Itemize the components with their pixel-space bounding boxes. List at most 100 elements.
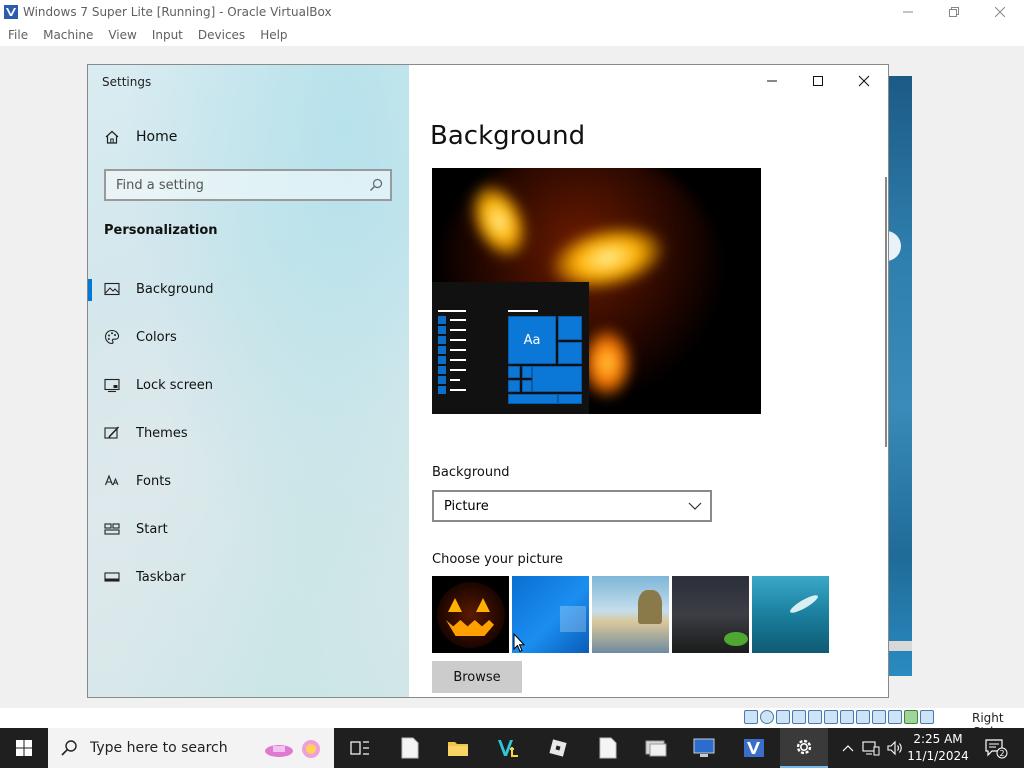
menu-machine[interactable]: Machine (43, 28, 93, 42)
settings-maximize-button[interactable] (795, 65, 841, 97)
host-minimize-button[interactable] (885, 0, 931, 24)
background-preview: Aa (432, 168, 761, 414)
notification-icon: 2 (985, 739, 1008, 759)
vb-storage-icon[interactable] (744, 710, 758, 724)
background-type-dropdown[interactable]: Picture (432, 490, 712, 522)
taskbar-app-roblox[interactable] (534, 728, 582, 768)
find-setting-search[interactable] (104, 169, 392, 201)
choose-picture-label: Choose your picture (432, 552, 563, 567)
clock-date: 11/1/2024 (907, 749, 969, 763)
nav-item-background[interactable]: Background (88, 265, 409, 313)
notification-count: 2 (999, 749, 1004, 758)
lock-screen-icon (104, 378, 120, 393)
nav-item-taskbar[interactable]: Taskbar (88, 553, 409, 601)
nav-item-label: Fonts (136, 473, 172, 489)
virtualbox-menubar: File Machine View Input Devices Help (0, 24, 1024, 46)
taskbar-app-notepad-1[interactable] (386, 728, 434, 768)
nav-item-label: Themes (136, 425, 188, 441)
monitor-icon (693, 738, 715, 757)
menu-file[interactable]: File (8, 28, 28, 42)
vb-mouse-integration-icon[interactable] (904, 710, 918, 724)
thumbnail-beach-rocks[interactable] (592, 576, 669, 653)
windows-logo-icon (16, 740, 32, 756)
nav-item-themes[interactable]: Themes (88, 409, 409, 457)
nav-item-lock-screen[interactable]: Lock screen (88, 361, 409, 409)
menu-input[interactable]: Input (152, 28, 183, 42)
document-icon (401, 737, 419, 759)
palette-icon (104, 329, 120, 345)
vb-keyboard-capture-icon[interactable] (920, 710, 934, 724)
menu-view[interactable]: View (108, 28, 136, 42)
nav-home-label: Home (136, 129, 178, 145)
settings-close-button[interactable] (841, 65, 887, 97)
guest-display[interactable]: Settings Home Personalization (0, 46, 1024, 708)
mouse-cursor-icon (513, 633, 526, 653)
taskbar-app-settings[interactable] (780, 728, 828, 768)
host-restore-button[interactable] (931, 0, 977, 24)
show-hidden-icons-button[interactable] (838, 728, 858, 768)
virtualbox-device-icons (744, 710, 936, 724)
picture-thumbnails (432, 576, 832, 653)
vb-shared-folders-icon[interactable] (840, 710, 854, 724)
background-type-value: Picture (444, 498, 489, 514)
taskbar-app-vm-console[interactable] (680, 728, 728, 768)
virtualbox-statusbar: Right Ctrl (0, 708, 1024, 739)
vb-optical-icon[interactable] (760, 710, 774, 724)
settings-window: Settings Home Personalization (87, 64, 889, 698)
network-tray-button[interactable] (860, 728, 882, 768)
background-window-bar (885, 641, 912, 651)
start-button[interactable] (0, 728, 48, 768)
settings-minimize-button[interactable] (749, 65, 795, 97)
taskbar-app-virtualbox-vm[interactable] (730, 728, 778, 768)
taskbar-search-text: Type here to search (90, 740, 228, 756)
nav-item-fonts[interactable]: Fonts (88, 457, 409, 505)
thumbnail-pumpkin[interactable] (432, 576, 509, 653)
action-center-button[interactable]: 2 (976, 728, 1016, 768)
menu-help[interactable]: Help (260, 28, 287, 42)
taskbar-app-system[interactable] (632, 728, 680, 768)
task-view-icon (350, 741, 369, 755)
vb-recording-icon[interactable] (872, 710, 886, 724)
taskbar-app-notepad-2[interactable] (584, 728, 632, 768)
close-icon (995, 7, 1005, 17)
system-window-icon (645, 740, 667, 757)
thumbnail-underwater[interactable] (752, 576, 829, 653)
menu-devices[interactable]: Devices (198, 28, 245, 42)
fonts-icon (104, 474, 119, 486)
minimize-icon (903, 11, 913, 13)
nav-home[interactable]: Home (104, 129, 177, 145)
vb-cpu-icon[interactable] (888, 710, 902, 724)
settings-content: Background Aa Background Picture Choose … (409, 65, 888, 697)
taskbar-app-file-explorer[interactable] (434, 728, 482, 768)
nav-item-start[interactable]: Start (88, 505, 409, 553)
host-close-button[interactable] (977, 0, 1023, 24)
vb-audio-icon[interactable] (792, 710, 806, 724)
vb-display-icon[interactable] (856, 710, 870, 724)
picture-icon (104, 282, 120, 296)
windows-taskbar: Type here to search 2:25 AM 11/1/2024 2 (0, 728, 1024, 768)
clock-time: 2:25 AM (913, 732, 963, 746)
virtualbox-icon (498, 740, 518, 757)
thumbnail-night-sky[interactable] (672, 576, 749, 653)
vb-usb-icon[interactable] (824, 710, 838, 724)
volume-tray-button[interactable] (884, 728, 906, 768)
nav-item-label: Taskbar (136, 569, 186, 585)
nav-item-colors[interactable]: Colors (88, 313, 409, 361)
page-title: Background (430, 121, 586, 151)
content-scrollbar[interactable] (885, 177, 887, 447)
close-icon (858, 75, 870, 87)
virtualbox-window-title: Windows 7 Super Lite [Running] - Oracle … (23, 5, 332, 19)
taskbar-clock[interactable]: 2:25 AM 11/1/2024 (906, 731, 970, 765)
task-view-button[interactable] (336, 728, 384, 768)
browse-button[interactable]: Browse (432, 661, 522, 693)
taskbar-app-virtualbox[interactable] (484, 728, 532, 768)
speaker-icon (887, 740, 902, 756)
find-setting-input[interactable] (106, 171, 356, 199)
settings-window-title: Settings (102, 75, 152, 89)
vb-network-icon[interactable] (808, 710, 822, 724)
background-window-edge[interactable] (885, 76, 912, 676)
taskbar-search-box[interactable]: Type here to search (48, 728, 334, 768)
nav-item-label: Lock screen (136, 377, 213, 393)
vb-floppy-icon[interactable] (776, 710, 790, 724)
search-icon (61, 740, 77, 756)
